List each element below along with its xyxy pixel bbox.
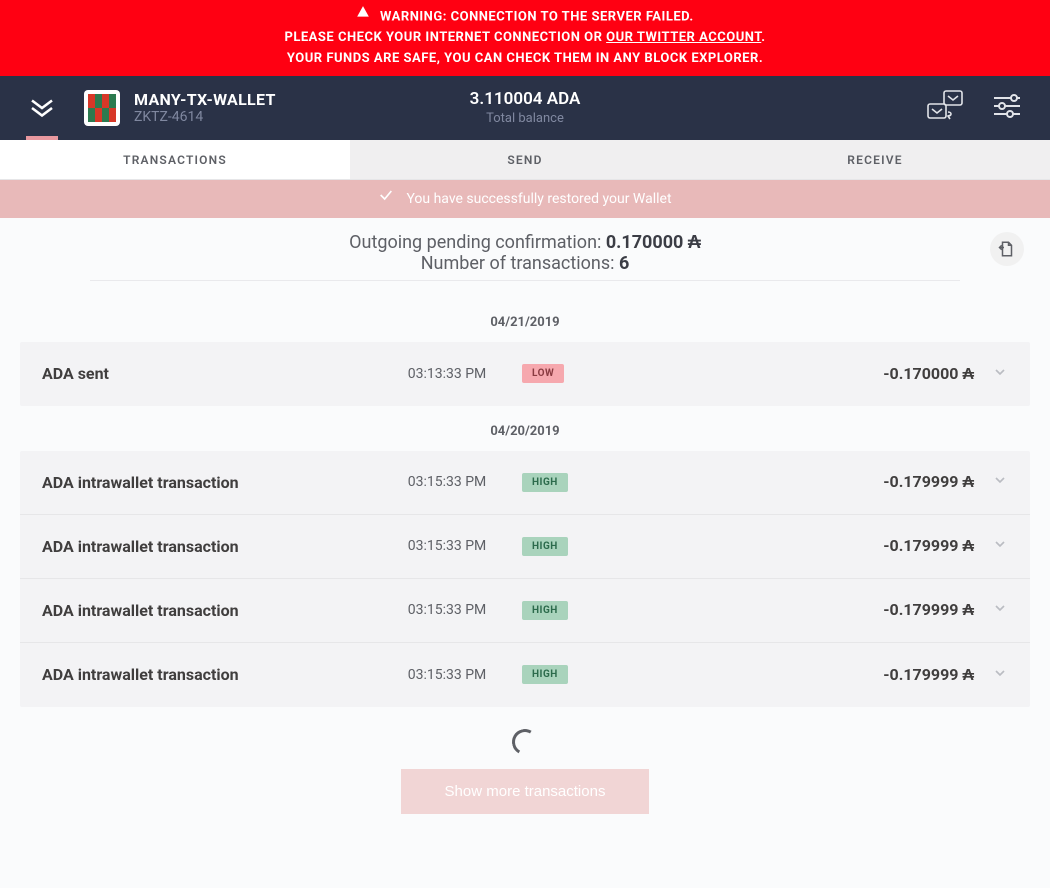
app-logo[interactable] (0, 76, 84, 140)
tx-assurance-badge: HIGH (522, 473, 568, 492)
tx-title: ADA sent (42, 364, 372, 383)
tx-time: 03:13:33 PM (372, 366, 522, 382)
tab-receive[interactable]: RECEIVE (700, 140, 1050, 179)
balance-amount: 3.110004 ADA (470, 89, 581, 109)
balance-label: Total balance (470, 111, 581, 126)
pending-currency: ₳ (688, 232, 701, 253)
notification-text: You have successfully restored your Wall… (406, 180, 671, 218)
summary: Outgoing pending confirmation: 0.170000 … (0, 218, 1050, 297)
tx-time: 03:15:33 PM (372, 667, 522, 683)
tx-assurance-badge: HIGH (522, 665, 568, 684)
wallet-identicon (84, 90, 120, 126)
tabs: TRANSACTIONS SEND RECEIVE (0, 140, 1050, 180)
transaction-row[interactable]: ADA sent03:13:33 PMLOW -0.170000 ₳ (20, 342, 1030, 406)
transaction-row[interactable]: ADA intrawallet transaction03:15:33 PMHI… (20, 579, 1030, 643)
wallet-name: MANY-TX-WALLET (134, 90, 276, 109)
chevron-down-icon (992, 600, 1008, 620)
chevron-down-icon (992, 665, 1008, 685)
tab-send[interactable]: SEND (350, 140, 700, 179)
tx-amount: -0.170000 ₳ (662, 364, 992, 384)
tx-count-value: 6 (619, 253, 629, 274)
tx-amount: -0.179999 ₳ (662, 536, 992, 556)
tx-time: 03:15:33 PM (372, 538, 522, 554)
tx-time: 03:15:33 PM (372, 474, 522, 490)
warning-line-2-suffix: . (761, 30, 765, 45)
tx-amount: -0.179999 ₳ (662, 665, 992, 685)
tx-time: 03:15:33 PM (372, 602, 522, 618)
loading-spinner-icon (509, 726, 541, 758)
tx-amount: -0.179999 ₳ (662, 600, 992, 620)
pending-value: 0.170000 (606, 232, 684, 253)
restore-notification: You have successfully restored your Wall… (0, 180, 1050, 218)
transactions-area: 04/21/2019 ADA sent03:13:33 PMLOW -0.17000… (0, 297, 1050, 852)
divider (90, 280, 960, 281)
export-button[interactable] (990, 232, 1024, 266)
warning-line-2-prefix: PLEASE CHECK YOUR INTERNET CONNECTION OR (284, 30, 606, 45)
warning-line-3: YOUR FUNDS ARE SAFE, YOU CAN CHECK THEM … (20, 49, 1030, 70)
tx-amount: -0.179999 ₳ (662, 472, 992, 492)
date-header: 04/21/2019 (20, 297, 1030, 342)
tx-title: ADA intrawallet transaction (42, 537, 372, 556)
balance: 3.110004 ADA Total balance (470, 89, 581, 126)
wallet-identity[interactable]: MANY-TX-WALLET ZKTZ-4614 (84, 90, 276, 126)
logo-underline (26, 136, 58, 140)
transaction-row[interactable]: ADA intrawallet transaction03:15:33 PMHI… (20, 643, 1030, 707)
wallets-icon[interactable] (926, 90, 964, 126)
tx-assurance-badge: LOW (522, 364, 564, 383)
twitter-link[interactable]: OUR TWITTER ACCOUNT (606, 30, 761, 45)
show-more-button[interactable]: Show more transactions (401, 769, 650, 814)
tx-assurance-badge: HIGH (522, 601, 568, 620)
warning-icon (356, 5, 370, 27)
wallet-hash: ZKTZ-4614 (134, 109, 276, 125)
tx-assurance-badge: HIGH (522, 537, 568, 556)
settings-icon[interactable] (992, 93, 1022, 123)
date-header: 04/20/2019 (20, 406, 1030, 451)
tx-group: ADA sent03:13:33 PMLOW -0.170000 ₳ (20, 342, 1030, 406)
tab-transactions[interactable]: TRANSACTIONS (0, 140, 350, 179)
check-icon (378, 180, 394, 218)
tx-title: ADA intrawallet transaction (42, 601, 372, 620)
tx-title: ADA intrawallet transaction (42, 473, 372, 492)
app-header: MANY-TX-WALLET ZKTZ-4614 3.110004 ADA To… (0, 76, 1050, 140)
chevron-down-icon (992, 472, 1008, 492)
transaction-row[interactable]: ADA intrawallet transaction03:15:33 PMHI… (20, 515, 1030, 579)
tx-count-label: Number of transactions: (421, 253, 619, 274)
chevron-down-icon (992, 536, 1008, 556)
warning-banner: WARNING: CONNECTION TO THE SERVER FAILED… (0, 0, 1050, 76)
chevron-down-icon (992, 364, 1008, 384)
warning-line-1: WARNING: CONNECTION TO THE SERVER FAILED… (380, 9, 694, 24)
tx-group: ADA intrawallet transaction03:15:33 PMHI… (20, 451, 1030, 707)
pending-label: Outgoing pending confirmation: (349, 232, 606, 253)
transaction-row[interactable]: ADA intrawallet transaction03:15:33 PMHI… (20, 451, 1030, 515)
tx-title: ADA intrawallet transaction (42, 665, 372, 684)
